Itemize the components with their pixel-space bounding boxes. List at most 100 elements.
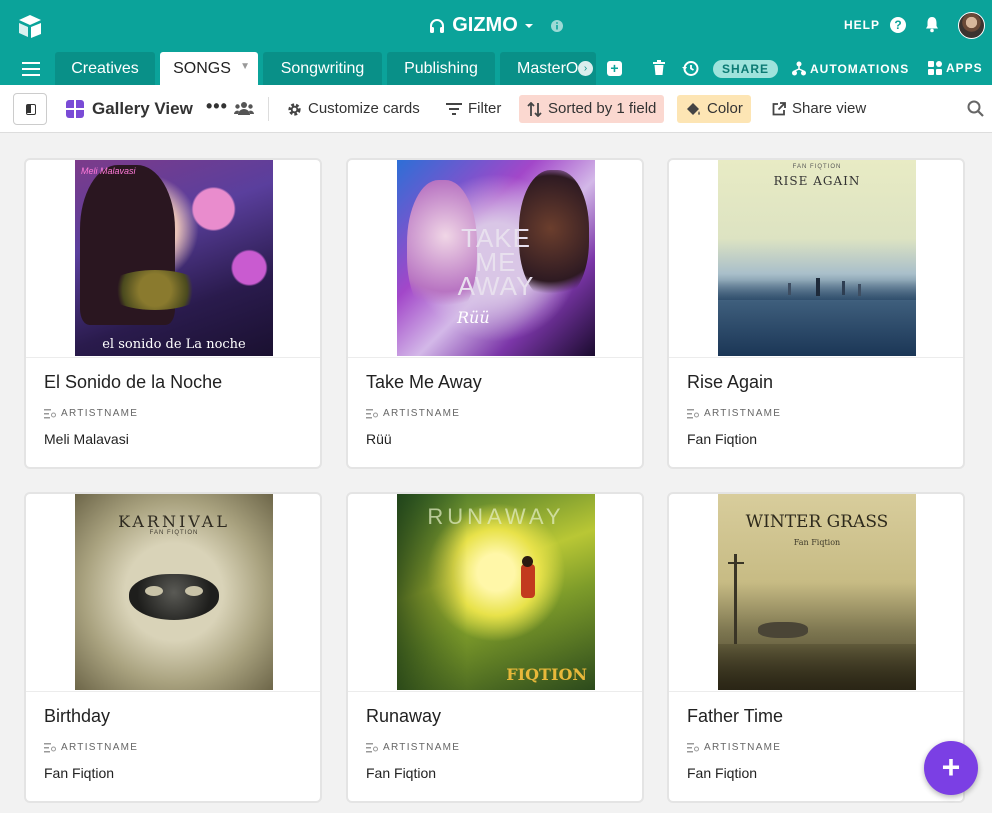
help-link[interactable]: HELP bbox=[844, 18, 880, 32]
apps-icon bbox=[928, 61, 942, 75]
sort-button[interactable]: Sorted by 1 field bbox=[519, 95, 665, 123]
customize-cards-button[interactable]: Customize cards bbox=[279, 95, 428, 123]
album-cover-image: RISE AGAIN FAN FIQTION bbox=[718, 160, 916, 356]
filter-button[interactable]: Filter bbox=[438, 95, 509, 123]
artist-name: Fan Fiqtion bbox=[366, 765, 437, 781]
chevron-right-icon[interactable]: › bbox=[578, 61, 593, 76]
customize-cards-label: Customize cards bbox=[308, 100, 420, 117]
add-record-button[interactable]: + bbox=[924, 741, 978, 795]
album-cover-image: RUNAWAY FIQTION bbox=[397, 494, 595, 690]
long-text-icon bbox=[687, 408, 699, 418]
gallery-icon bbox=[66, 100, 84, 118]
field-label-text: ARTISTNAME bbox=[61, 408, 139, 419]
tab-label: SONGS bbox=[173, 60, 231, 77]
gallery-card[interactable]: RUNAWAY FIQTION Runaway ARTISTNAME Fan F… bbox=[346, 492, 644, 803]
tab-publishing[interactable]: Publishing bbox=[387, 52, 495, 85]
field-label: ARTISTNAME bbox=[687, 408, 781, 419]
apps-label: APPS bbox=[946, 61, 983, 75]
view-toolbar: Gallery View ••• Customize cards Filter … bbox=[0, 85, 992, 133]
cover-title-text: RUNAWAY bbox=[427, 504, 565, 529]
cover-artist-text: FAN FIQTION bbox=[792, 164, 842, 170]
field-label: ARTISTNAME bbox=[44, 742, 138, 753]
cover-title-text: WINTER GRASS bbox=[745, 512, 889, 532]
people-icon[interactable] bbox=[234, 101, 254, 116]
field-label-text: ARTISTNAME bbox=[704, 408, 782, 419]
automations-icon bbox=[792, 61, 806, 76]
apps-button[interactable]: APPS bbox=[928, 61, 983, 75]
album-cover-image: WINTER GRASS Fan Fiqtion bbox=[718, 494, 916, 690]
gallery-card[interactable]: WINTER GRASS Fan Fiqtion Father Time ART… bbox=[667, 492, 965, 803]
field-label-text: ARTISTNAME bbox=[704, 742, 782, 753]
top-bar: GIZMO HELP ? bbox=[0, 0, 992, 52]
long-text-icon bbox=[366, 408, 378, 418]
base-name: GIZMO bbox=[452, 14, 518, 36]
info-icon[interactable] bbox=[550, 19, 564, 33]
cover-artist-text: Meli Malavasi bbox=[81, 166, 136, 176]
help-icon[interactable]: ? bbox=[890, 17, 906, 33]
gallery-card[interactable]: RISE AGAIN FAN FIQTION Rise Again ARTIST… bbox=[667, 158, 965, 469]
artist-name: Fan Fiqtion bbox=[687, 765, 758, 781]
artist-name: Meli Malavasi bbox=[44, 431, 129, 447]
field-label-text: ARTISTNAME bbox=[61, 742, 139, 753]
long-text-icon bbox=[44, 408, 56, 418]
color-label: Color bbox=[707, 100, 743, 117]
field-label-text: ARTISTNAME bbox=[383, 408, 461, 419]
trash-icon[interactable] bbox=[652, 60, 666, 76]
bell-icon[interactable] bbox=[924, 15, 940, 33]
card-title: El Sonido de la Noche bbox=[44, 372, 223, 392]
add-table-icon[interactable]: + bbox=[607, 61, 622, 76]
card-divider bbox=[669, 357, 963, 358]
field-label: ARTISTNAME bbox=[44, 408, 138, 419]
cover-artist-text: Fan Fiqtion bbox=[793, 538, 841, 547]
card-divider bbox=[26, 357, 320, 358]
field-label: ARTISTNAME bbox=[366, 742, 460, 753]
chevron-down-icon[interactable]: ▼ bbox=[240, 50, 250, 83]
sort-icon bbox=[527, 101, 542, 117]
sidebar-icon bbox=[26, 104, 36, 115]
avatar[interactable] bbox=[958, 12, 985, 39]
automations-button[interactable]: AUTOMATIONS bbox=[792, 61, 909, 76]
filter-label: Filter bbox=[468, 100, 502, 117]
gallery-card[interactable]: KARNIVAL FAN FIQTION Birthday ARTISTNAME… bbox=[24, 492, 322, 803]
search-icon[interactable] bbox=[967, 100, 984, 117]
cover-title-text: TAKE ME AWAY bbox=[457, 223, 535, 301]
cover-artist-text: FIQTION bbox=[506, 665, 587, 684]
long-text-icon bbox=[44, 742, 56, 752]
artist-name: Fan Fiqtion bbox=[44, 765, 115, 781]
tab-creatives[interactable]: Creatives bbox=[55, 52, 155, 85]
card-title: Take Me Away bbox=[366, 372, 482, 392]
field-label: ARTISTNAME bbox=[687, 742, 781, 753]
artist-name: Rüü bbox=[366, 431, 392, 447]
menu-icon[interactable] bbox=[22, 62, 40, 76]
card-divider bbox=[669, 691, 963, 692]
view-menu-icon[interactable]: ••• bbox=[206, 96, 228, 117]
filter-icon bbox=[446, 102, 462, 115]
share-button[interactable]: SHARE bbox=[713, 60, 778, 78]
sort-label: Sorted by 1 field bbox=[548, 100, 657, 117]
history-icon[interactable] bbox=[682, 60, 699, 77]
view-name[interactable]: Gallery View bbox=[92, 99, 193, 119]
album-cover-image: KARNIVAL FAN FIQTION bbox=[75, 494, 273, 690]
cover-signature-text: Rüü bbox=[457, 308, 490, 327]
tab-songwriting[interactable]: Songwriting bbox=[263, 52, 382, 85]
card-title: Rise Again bbox=[687, 372, 774, 392]
field-label-text: ARTISTNAME bbox=[383, 742, 461, 753]
album-cover-image: el sonido de La noche Meli Malavasi bbox=[75, 160, 273, 356]
card-divider bbox=[26, 691, 320, 692]
chevron-down-icon bbox=[524, 23, 533, 28]
share-view-icon bbox=[772, 102, 786, 116]
long-text-icon bbox=[687, 742, 699, 752]
paint-bucket-icon bbox=[687, 103, 700, 115]
gallery-card[interactable]: el sonido de La noche Meli Malavasi El S… bbox=[24, 158, 322, 469]
table-tabs: Creatives SONGS ▼ Songwriting Publishing… bbox=[0, 52, 992, 85]
long-text-icon bbox=[366, 742, 378, 752]
album-cover-image: TAKE ME AWAY Rüü bbox=[397, 160, 595, 356]
gallery-card[interactable]: TAKE ME AWAY Rüü Take Me Away ARTISTNAME… bbox=[346, 158, 644, 469]
tab-songs[interactable]: SONGS ▼ bbox=[160, 52, 258, 85]
sidebar-toggle-button[interactable] bbox=[13, 93, 47, 125]
share-view-button[interactable]: Share view bbox=[764, 95, 874, 123]
artist-name: Fan Fiqtion bbox=[687, 431, 758, 447]
headphones-icon bbox=[430, 18, 445, 33]
color-button[interactable]: Color bbox=[677, 95, 751, 123]
gear-icon bbox=[288, 102, 301, 116]
